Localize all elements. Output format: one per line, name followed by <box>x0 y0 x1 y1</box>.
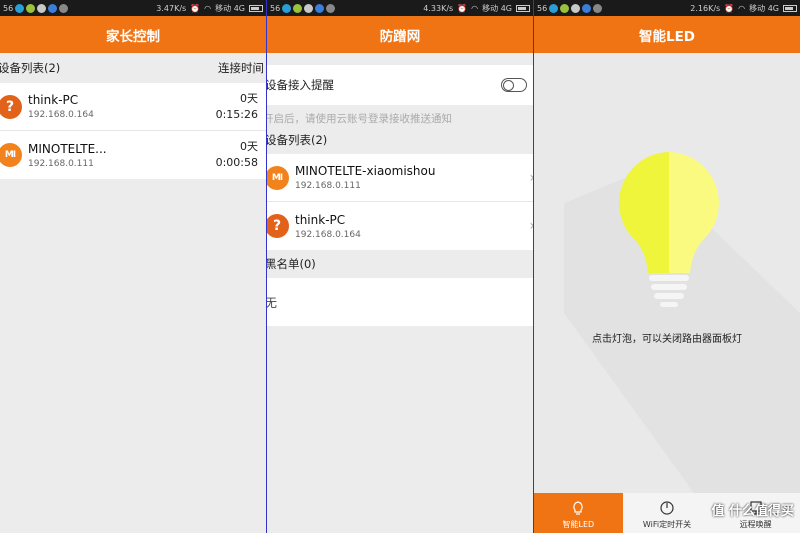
device-ip: 192.168.0.111 <box>28 158 94 169</box>
device-row[interactable]: ? think-PC 192.168.0.164 0天 0:15:26 <box>0 83 266 131</box>
blacklist-label: 黑名单(0) <box>267 257 316 271</box>
device-list-label: 设备列表(2) <box>267 133 328 147</box>
status-bar: 56 3.47K/s ⏰ ◠ 移动 4G <box>0 0 266 16</box>
network-speed: 3.47K/s <box>156 3 187 13</box>
device-join-alert-row: 设备接入提醒 <box>267 65 533 105</box>
mi-logo-icon: MI <box>267 165 289 190</box>
device-ip: 192.168.0.164 <box>28 110 94 120</box>
app-notification-icon <box>48 3 58 13</box>
app-notification-icon <box>304 3 314 13</box>
signal-text: 56 <box>270 3 281 13</box>
push-hint: 开启后，请使用云账号登录接收推送通知 <box>267 113 452 125</box>
lightbulb-icon[interactable] <box>614 148 724 313</box>
page-title: 防蹭网 <box>267 16 533 53</box>
alarm-icon: ⏰ <box>190 3 201 13</box>
app-notification-icon <box>315 3 325 13</box>
question-icon: ? <box>267 214 289 238</box>
signal-text: 56 <box>537 3 548 13</box>
carrier-text: 移动 4G <box>749 3 779 13</box>
device-name: MINOTELTE-xiaomishou <box>295 164 436 178</box>
watermark-text: 值 什么值得买 <box>711 504 794 519</box>
app-notification-icon <box>571 3 581 13</box>
tab-label: 智能LED <box>562 520 595 529</box>
bulb-caption: 点击灯泡，可以关闭路由器面板灯 <box>592 334 742 345</box>
network-speed: 2.16K/s <box>690 3 721 13</box>
battery-icon <box>249 4 263 12</box>
tab-label: 远程唤醒 <box>739 520 772 529</box>
connection-time: 0:15:26 <box>215 107 258 121</box>
app-notification-icon <box>560 3 570 13</box>
device-join-alert-toggle[interactable] <box>501 78 527 92</box>
device-name: think-PC <box>28 93 79 107</box>
device-row[interactable]: MI MINOTELTE-xiaomishou 192.168.0.111 › <box>267 154 533 202</box>
connection-time-label: 连接时间 <box>218 61 264 75</box>
device-list-header: 设备列表(2) 连接时间 <box>0 53 266 83</box>
device-list: ? think-PC 192.168.0.164 0天 0:15:26 MI M… <box>0 83 266 179</box>
app-notification-icon <box>293 3 303 13</box>
alarm-icon: ⏰ <box>457 3 468 13</box>
device-name: MINOTELTE... <box>28 141 107 156</box>
tab-wifi-timer[interactable]: WiFi定时开关 <box>623 493 712 533</box>
carrier-text: 移动 4G <box>482 3 512 13</box>
alarm-icon: ⏰ <box>724 3 735 13</box>
device-list-label: 设备列表(2) <box>0 61 61 75</box>
connection-time: 0:00:58 <box>215 156 258 169</box>
watermark: 值 什么值得买 <box>711 500 794 519</box>
app-notification-icon <box>582 3 592 13</box>
app-notification-icon <box>15 3 25 13</box>
status-bar: 56 2.16K/s ⏰ ◠ 移动 4G <box>534 0 800 16</box>
wifi-icon: ◠ <box>471 3 479 13</box>
app-notification-icon <box>59 3 69 13</box>
device-join-alert-label: 设备接入提醒 <box>267 78 334 92</box>
app-notification-icon <box>282 3 292 13</box>
anti-freeloader-screen: 56 4.33K/s ⏰ ◠ 移动 4G 防蹭网 设备接入提醒 开启后，请使用云… <box>267 0 534 533</box>
question-icon: ? <box>0 94 22 119</box>
device-row[interactable]: ? think-PC 192.168.0.164 › <box>267 202 533 250</box>
wifi-icon: ◠ <box>204 3 212 13</box>
power-icon <box>660 501 674 515</box>
page-title: 智能LED <box>534 16 800 53</box>
tab-smart-led[interactable]: 智能LED <box>534 493 623 533</box>
blacklist-empty: 无 <box>267 278 533 326</box>
lightbulb-icon <box>573 501 583 515</box>
app-notification-icon <box>26 3 36 13</box>
device-ip: 192.168.0.164 <box>295 229 361 240</box>
status-bar: 56 4.33K/s ⏰ ◠ 移动 4G <box>267 0 533 16</box>
battery-icon <box>516 4 530 12</box>
signal-text: 56 <box>3 3 14 13</box>
connection-days: 0天 <box>240 140 258 153</box>
network-speed: 4.33K/s <box>423 3 454 13</box>
blacklist-header: 黑名单(0) <box>267 250 533 278</box>
smart-led-screen: 56 2.16K/s ⏰ ◠ 移动 4G 智能LED 点击灯泡，可以关闭路由器面… <box>534 0 800 533</box>
app-notification-icon <box>326 3 336 13</box>
tab-label: WiFi定时开关 <box>642 520 692 529</box>
device-name: think-PC <box>295 212 346 227</box>
app-notification-icon <box>593 3 603 13</box>
page-title: 家长控制 <box>0 16 266 53</box>
app-notification-icon <box>549 3 559 13</box>
connection-days: 0天 <box>240 91 258 105</box>
mi-logo-icon: MI <box>0 143 22 167</box>
battery-icon <box>783 4 797 12</box>
carrier-text: 移动 4G <box>215 3 245 13</box>
parental-control-screen: 56 3.47K/s ⏰ ◠ 移动 4G 家长控制 设备列表(2) 连接时间 ?… <box>0 0 267 533</box>
wifi-icon: ◠ <box>738 3 746 13</box>
device-row[interactable]: MI MINOTELTE... 192.168.0.111 0天 0:00:58 <box>0 131 266 179</box>
led-content: 点击灯泡，可以关闭路由器面板灯 <box>534 53 800 493</box>
app-notification-icon <box>37 3 47 13</box>
device-list: MI MINOTELTE-xiaomishou 192.168.0.111 › … <box>267 154 533 250</box>
device-list-header: 设备列表(2) <box>267 126 533 154</box>
device-ip: 192.168.0.111 <box>295 181 361 191</box>
